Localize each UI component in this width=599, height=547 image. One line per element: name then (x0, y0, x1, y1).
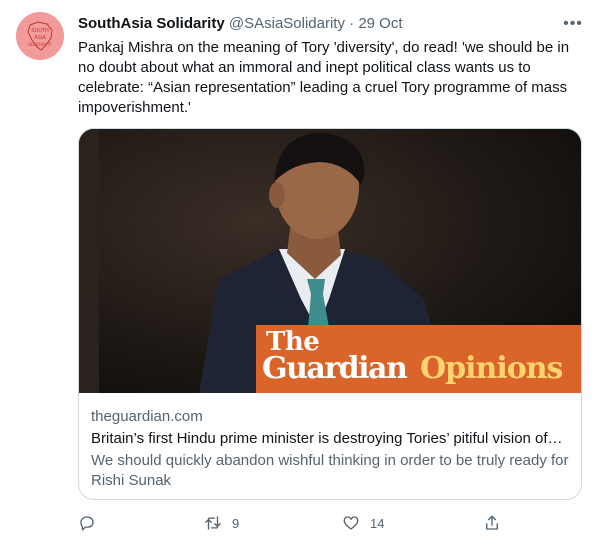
share-button[interactable] (483, 512, 511, 534)
avatar[interactable]: SOUTH ASIA SOLIDARITY (16, 12, 64, 60)
tweet-text: Pankaj Mishra on the meaning of Tory 'di… (78, 39, 570, 116)
like-button[interactable]: 14 (342, 512, 384, 534)
retweet-count: 9 (232, 515, 240, 531)
card-title[interactable]: Britain’s first Hindu prime minister is … (91, 429, 575, 449)
avatar-line-1: SOUTH (31, 28, 49, 34)
heart-icon (343, 516, 359, 530)
reply-button[interactable] (78, 512, 106, 534)
guardian-opinions-banner: The Guardian Opinions (256, 325, 581, 393)
author-name[interactable]: SouthAsia Solidarity (78, 15, 225, 32)
link-card[interactable]: The Guardian Opinions theguardian.com Br… (78, 128, 582, 500)
retweet-icon (205, 516, 221, 530)
card-domain: theguardian.com (91, 408, 203, 425)
reply-icon (80, 516, 94, 531)
tweet[interactable]: SOUTH ASIA SOLIDARITY SouthAsia Solidari… (0, 0, 599, 547)
more-options-button[interactable]: ••• (563, 14, 583, 34)
ellipsis-icon: ••• (563, 15, 583, 32)
author-handle[interactable]: @SAsiaSolidarity (229, 15, 345, 32)
card-description: We should quickly abandon wishful thinki… (91, 452, 569, 489)
retweet-button[interactable]: 9 (204, 512, 239, 534)
card-body[interactable]: theguardian.com Britain’s first Hindu pr… (79, 393, 581, 499)
like-count: 14 (370, 515, 385, 531)
separator: · (349, 15, 355, 32)
share-icon (486, 515, 498, 530)
avatar-logo: SOUTH ASIA SOLIDARITY (16, 12, 64, 60)
tweet-header: SouthAsia Solidarity @SAsiaSolidarity · … (78, 14, 579, 34)
guardian-logo-word: Guardian (262, 351, 408, 386)
timestamp[interactable]: 29 Oct (358, 15, 402, 32)
opinions-label: Opinions (420, 351, 563, 386)
avatar-line-2: ASIA (34, 35, 46, 41)
avatar-line-3: SOLIDARITY (28, 42, 52, 47)
tweet-actions: 9 14 (78, 512, 518, 534)
card-image[interactable]: The Guardian Opinions (79, 129, 581, 393)
